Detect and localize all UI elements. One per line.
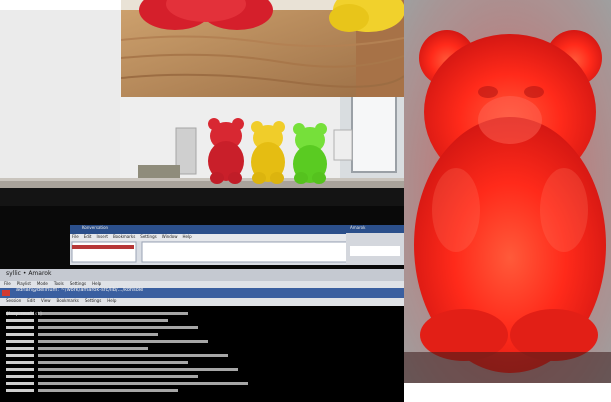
red-gummy-bear xyxy=(208,118,244,184)
menu-file[interactable]: File xyxy=(72,234,79,241)
yellow-gummy-bear xyxy=(251,121,285,184)
red-bear-photo xyxy=(404,0,611,383)
terminal-prefix-column: [lucy.rnuclist] xyxy=(6,310,43,390)
terminal-title: adrian@delirium: ~/work/amarok-src/lib/.… xyxy=(16,287,144,293)
top-photo xyxy=(121,0,404,97)
amarok-title: syllic • Amarok xyxy=(6,270,52,277)
monitor-photo: Konversation File Edit Insert Bookmarks … xyxy=(0,188,404,402)
menu-settings[interactable]: Settings xyxy=(140,234,156,241)
red-bear-photo-scene xyxy=(404,0,611,383)
terminal-menu-edit[interactable]: Edit xyxy=(27,298,35,306)
menu-insert[interactable]: Insert xyxy=(96,234,107,241)
menu-edit[interactable]: Edit xyxy=(84,234,92,241)
terminal-menu-session[interactable]: Session xyxy=(6,298,21,306)
menu-window[interactable]: Window xyxy=(162,234,178,241)
terminal-menu-settings[interactable]: Settings xyxy=(85,298,101,306)
green-gummy-bear xyxy=(293,123,327,184)
konversation-title: Konversation xyxy=(82,225,109,230)
menu-bookmarks[interactable]: Bookmarks xyxy=(113,234,135,241)
konversation-menubar: File Edit Insert Bookmarks Settings Wind… xyxy=(72,234,292,241)
amarok-menu-file[interactable]: File xyxy=(4,281,11,288)
terminal-menu-bookmarks[interactable]: Bookmarks xyxy=(57,298,79,306)
terminal-menu-view[interactable]: View xyxy=(41,298,51,306)
top-photo-scene xyxy=(121,0,404,97)
terminal-menubar: Session Edit View Bookmarks Settings Hel… xyxy=(6,298,266,306)
side-window-title: Amarok xyxy=(350,225,366,230)
terminal-prefix: [lucy.rnuclist] xyxy=(6,311,43,316)
terminal-menu-help[interactable]: Help xyxy=(107,298,116,306)
red-gummy-bear-lamp xyxy=(414,30,606,373)
menu-help[interactable]: Help xyxy=(182,234,191,241)
photo-collage: Konversation File Edit Insert Bookmarks … xyxy=(0,0,611,402)
